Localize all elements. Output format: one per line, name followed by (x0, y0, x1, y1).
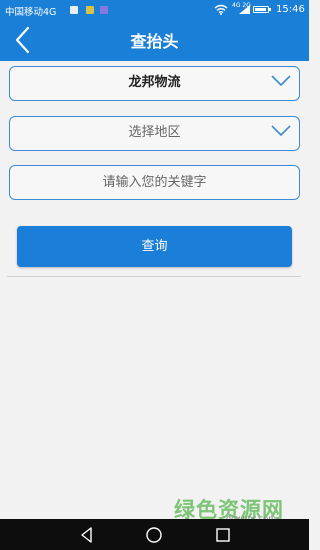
query-button[interactable]: 查询 (17, 226, 292, 267)
company-select[interactable]: 龙邦物流 (9, 66, 300, 101)
page-title: 查抬头 (130, 32, 179, 51)
chevron-down-icon (271, 123, 291, 142)
square-recent-icon (216, 528, 230, 542)
app-notification-icon (86, 6, 94, 14)
signal-icon (239, 5, 250, 17)
divider (7, 276, 301, 277)
clock: 15:46 (276, 4, 305, 15)
app-notification-icon (100, 6, 108, 14)
region-select[interactable]: 选择地区 (9, 116, 300, 151)
nav-home-button[interactable] (144, 525, 164, 545)
folder-notification-icon (70, 6, 78, 14)
keyword-field[interactable] (9, 165, 300, 200)
triangle-back-icon (81, 527, 92, 543)
carrier-label: 中国移动4G (5, 7, 57, 18)
status-bar: 中国移动4G 4G 2G 15:46 (0, 0, 309, 20)
chevron-down-icon (271, 73, 291, 92)
region-select-value: 选择地区 (128, 125, 181, 140)
wifi-icon (214, 4, 228, 18)
battery-icon (253, 6, 271, 13)
nav-back-button[interactable] (77, 525, 97, 545)
circle-home-icon (146, 527, 162, 543)
keyword-input[interactable] (10, 166, 299, 198)
nav-recent-button[interactable] (213, 525, 233, 545)
company-select-value: 龙邦物流 (128, 75, 181, 90)
app-header: 中国移动4G 4G 2G 15:46 查抬头 (0, 0, 309, 61)
system-nav-bar (0, 519, 309, 550)
